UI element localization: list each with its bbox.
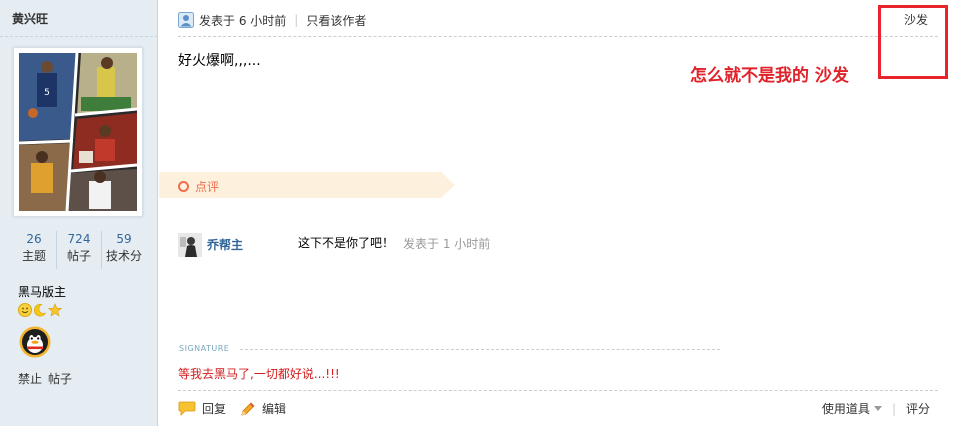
author-name[interactable]: 黄兴旺 <box>12 10 48 27</box>
author-stats: 26 主题 724 帖子 59 技术分 <box>12 231 146 269</box>
stat-tech-score-value: 59 <box>116 232 132 246</box>
reply-button[interactable]: 回复 <box>178 400 226 417</box>
signature-text: 等我去黑马了,一切都好说...!!! <box>178 367 340 381</box>
user-group[interactable]: 黑马版主 <box>18 283 66 300</box>
annotation-highlight-box <box>878 5 948 79</box>
signature-divider <box>240 349 720 350</box>
signature-label: SIGNATURE <box>179 344 230 353</box>
forum-post: 黄兴旺 5 26 主题 724 帖子 59 技术分 黑马版主 禁止 帖子 发表于… <box>0 0 954 426</box>
footer-divider <box>178 390 938 391</box>
comment-circle-icon <box>178 181 189 192</box>
user-online-icon <box>178 12 194 28</box>
use-tools-dropdown[interactable]: 使用道具 <box>822 400 882 417</box>
post-time: 发表于 6 小时前 <box>199 13 287 28</box>
stat-threads[interactable]: 26 主题 <box>12 231 56 269</box>
edit-button-label: 编辑 <box>262 402 287 416</box>
post-actions: 回复 编辑 <box>178 400 300 417</box>
stat-posts[interactable]: 724 帖子 <box>56 231 101 269</box>
tools-divider: | <box>891 401 896 416</box>
reply-button-label: 回复 <box>202 402 227 416</box>
post-tools: 使用道具 | 评分 <box>822 400 930 417</box>
star-icon <box>48 303 62 317</box>
post-body: 好火爆啊,,,... <box>178 53 261 69</box>
smiley-icon <box>18 303 32 317</box>
stat-tech-score[interactable]: 59 技术分 <box>101 231 146 269</box>
avatar-collage-image: 5 <box>19 53 137 211</box>
comment-header-label: 点评 <box>195 180 220 194</box>
comment-time: 发表于 1 小时前 <box>403 237 491 251</box>
use-tools-label: 使用道具 <box>821 402 870 416</box>
medal-row <box>18 303 62 317</box>
edit-button[interactable]: 编辑 <box>240 400 286 417</box>
pencil-icon <box>241 401 255 416</box>
post-header-divider <box>178 36 938 37</box>
stat-posts-label: 帖子 <box>66 249 91 263</box>
admin-links: 禁止 帖子 <box>18 370 78 387</box>
stat-threads-value: 26 <box>26 232 42 246</box>
ban-link[interactable]: 禁止 <box>18 372 42 386</box>
stat-threads-label: 主题 <box>21 249 46 263</box>
annotation-text: 怎么就不是我的 沙发 <box>690 66 849 86</box>
chevron-down-icon <box>873 406 882 411</box>
stat-tech-score-label: 技术分 <box>105 249 142 263</box>
author-only-link[interactable]: 只看该作者 <box>306 12 366 29</box>
author-avatar[interactable]: 5 <box>13 47 143 217</box>
speech-bubble-icon <box>178 401 196 416</box>
commenter-name[interactable]: 乔帮主 <box>207 236 243 253</box>
commenter-avatar[interactable] <box>178 233 202 257</box>
post-header: 发表于 6 小时前 | 只看该作者 <box>178 10 938 30</box>
qq-icon[interactable] <box>19 326 51 358</box>
rate-button[interactable]: 评分 <box>906 400 930 417</box>
header-divider: | <box>294 13 299 27</box>
stat-posts-value: 724 <box>67 232 91 246</box>
author-sidebar: 黄兴旺 5 26 主题 724 帖子 59 技术分 黑马版主 禁止 帖子 <box>0 0 158 426</box>
svg-text:5: 5 <box>44 88 50 98</box>
comment-header: 点评 <box>178 178 219 195</box>
posts-link[interactable]: 帖子 <box>48 372 72 386</box>
author-divider <box>0 36 158 37</box>
moon-icon <box>33 303 47 317</box>
comment-text: 这下不是你了吧！ <box>298 236 395 250</box>
